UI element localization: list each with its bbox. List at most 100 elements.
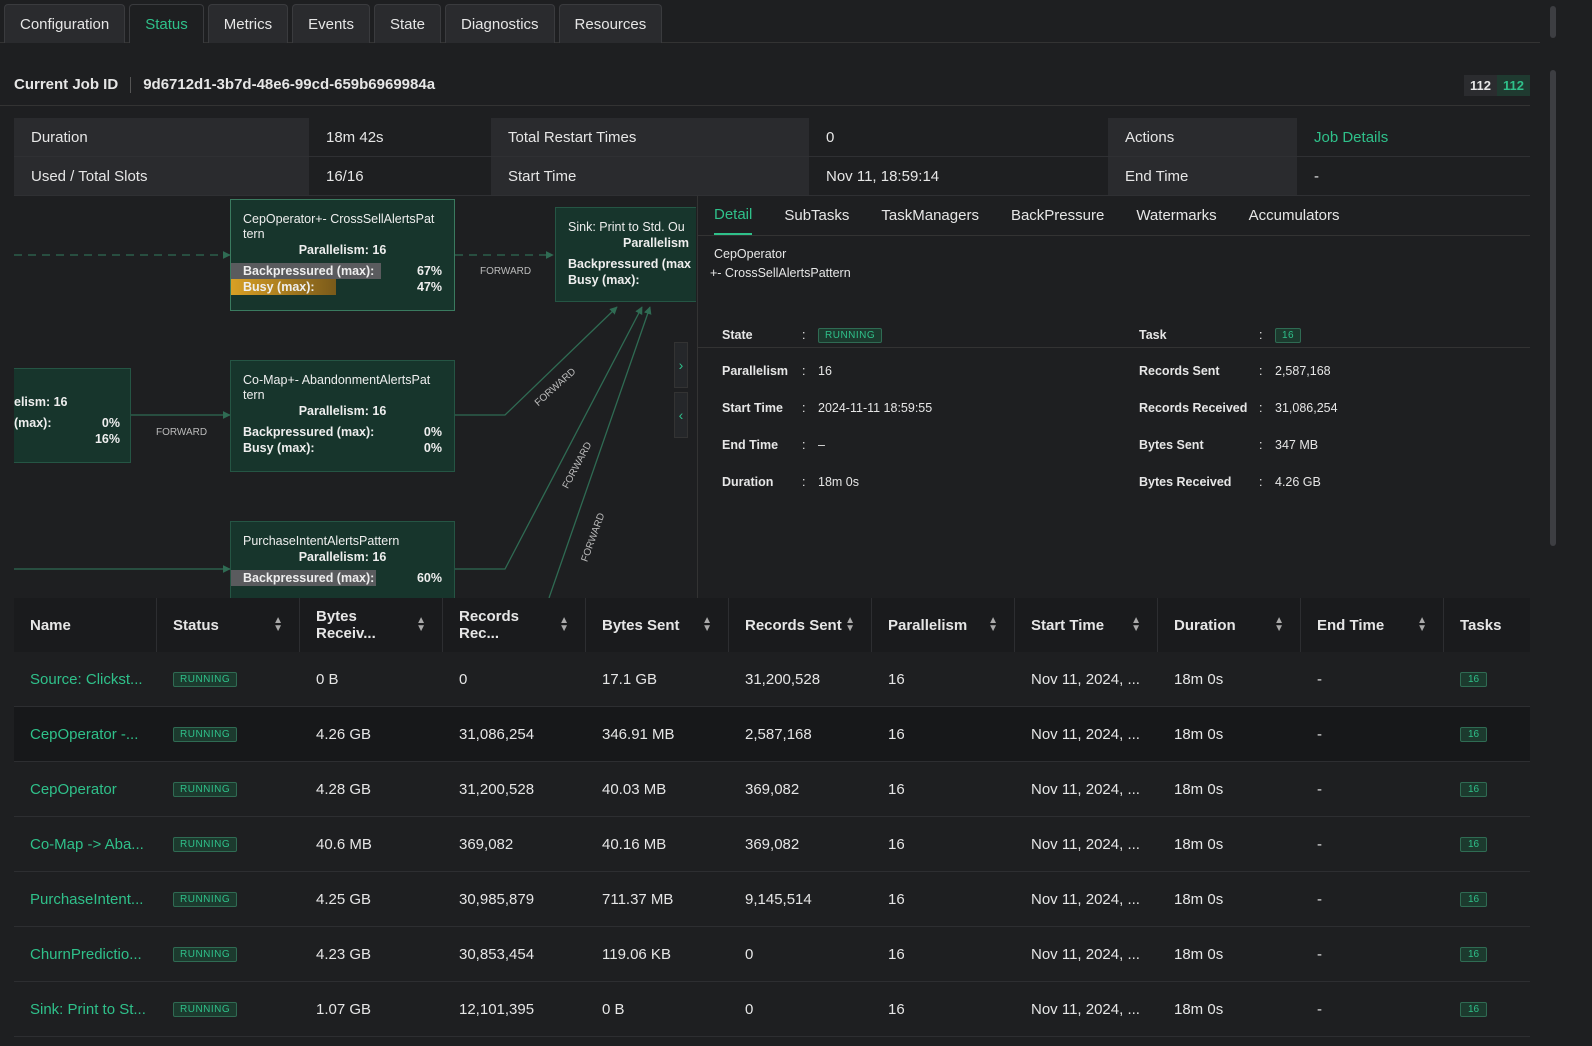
cell-value: 1.07 GB <box>316 1000 372 1018</box>
graph-node-comap[interactable]: Co-Map+- AbandonmentAlertsPat tern Paral… <box>230 360 455 472</box>
cell-value: 4.23 GB <box>316 945 372 963</box>
vertex-name-link[interactable]: PurchaseIntent... <box>30 891 143 908</box>
vertex-name-link[interactable]: ChurnPredictio... <box>30 946 142 963</box>
table-cell: RUNNING <box>157 817 300 871</box>
graph-node-sink[interactable]: Sink: Print to Std. Ou Parallelism Backp… <box>555 207 696 302</box>
sort-icon[interactable]: ▲ ▼ <box>702 616 712 634</box>
cell-value: 31,200,528 <box>745 670 821 688</box>
table-cell: 18m 0s <box>1158 872 1301 926</box>
table-cell: 30,985,879 <box>443 872 586 926</box>
vertex-name-link[interactable]: CepOperator <box>30 781 117 798</box>
table-cell: Nov 11, 2024, ... <box>1015 927 1158 981</box>
column-header[interactable]: Status ▲ ▼ <box>157 598 300 652</box>
sort-icon[interactable]: ▲ ▼ <box>416 616 426 634</box>
table-cell: 369,082 <box>729 762 872 816</box>
detail-tab-subtasks[interactable]: SubTasks <box>784 196 849 235</box>
job-graph[interactable]: FORWARD FORWARD FORWARD FORWARD FORWARD … <box>14 196 696 598</box>
vertex-name-link[interactable]: CepOperator -... <box>30 726 138 743</box>
table-row[interactable]: CepOperator RUNNING 4.28 GB 31,200,528 40.03… <box>14 762 1530 817</box>
inner-scrollbar[interactable] <box>1550 70 1556 546</box>
table-cell: 4.26 GB <box>300 707 443 761</box>
tab-configuration[interactable]: Configuration <box>4 4 126 43</box>
tab-state[interactable]: State <box>373 4 441 43</box>
sort-icon[interactable]: ▲ ▼ <box>845 616 855 634</box>
column-header[interactable]: Records Rec... ▲ ▼ <box>443 598 586 652</box>
table-row[interactable]: Source: Clickst... RUNNING 0 B 0 17.1 GB 31,2… <box>14 652 1530 707</box>
table-cell: 40.16 MB <box>586 817 729 871</box>
tab-metrics[interactable]: Metrics <box>207 4 289 43</box>
column-header[interactable]: End Time ▲ ▼ <box>1301 598 1444 652</box>
expand-panel-button[interactable]: › <box>674 342 688 388</box>
table-cell: - <box>1301 762 1444 816</box>
table-cell: 4.23 GB <box>300 927 443 981</box>
cell-value: 4.25 GB <box>316 890 372 908</box>
cell-value: 18m 0s <box>1174 835 1224 853</box>
column-header-label: Status <box>173 616 219 634</box>
tab-status[interactable]: Status <box>129 4 204 43</box>
node-parallelism: elism: 16 <box>14 395 68 409</box>
cell-value: 30,853,454 <box>459 945 535 963</box>
table-cell: - <box>1301 817 1444 871</box>
cell-value: 16 <box>888 670 905 688</box>
table-cell: 0 <box>729 982 872 1036</box>
table-header: Name Status ▲ ▼ Bytes Receiv... ▲ ▼ Records Rec… <box>14 598 1530 652</box>
tab-diagnostics[interactable]: Diagnostics <box>445 4 555 43</box>
task-count-total: 112 <box>1464 75 1498 96</box>
node-title: PurchaseIntentAlertsPattern <box>243 534 400 548</box>
table-cell: - <box>1301 652 1444 706</box>
tasks-badge: 16 <box>1460 1001 1488 1017</box>
actions-label: Actions <box>1108 118 1297 157</box>
column-header-label: Duration <box>1174 616 1236 634</box>
table-cell: RUNNING <box>157 872 300 926</box>
detail-tab-taskmanagers[interactable]: TaskManagers <box>881 196 979 235</box>
column-header[interactable]: Duration ▲ ▼ <box>1158 598 1301 652</box>
detail-tab-accumulators[interactable]: Accumulators <box>1249 196 1340 235</box>
table-cell: Nov 11, 2024, ... <box>1015 817 1158 871</box>
table-row[interactable]: Co-Map -> Aba... RUNNING 40.6 MB 369,082 40.… <box>14 817 1530 872</box>
column-header-label: Parallelism <box>888 616 968 634</box>
table-cell: 16 <box>872 982 1015 1036</box>
cell-value: - <box>1317 945 1322 963</box>
sort-icon[interactable]: ▲ ▼ <box>1274 616 1284 634</box>
column-header[interactable]: Parallelism ▲ ▼ <box>872 598 1015 652</box>
graph-node-purchase-intent[interactable]: PurchaseIntentAlertsPattern Parallelism:… <box>230 521 455 598</box>
detail-tab-detail[interactable]: Detail <box>714 196 753 235</box>
column-header[interactable]: Start Time ▲ ▼ <box>1015 598 1158 652</box>
cell-value: - <box>1317 1000 1322 1018</box>
sort-icon[interactable]: ▲ ▼ <box>1131 616 1141 634</box>
detail-tab-watermarks[interactable]: Watermarks <box>1136 196 1216 235</box>
collapse-panel-button[interactable]: ‹ <box>674 392 688 438</box>
graph-node-cep-crosssell[interactable]: CepOperator+- CrossSellAlertsPat tern Pa… <box>230 199 455 311</box>
table-row[interactable]: ChurnPredictio... RUNNING 4.23 GB 30,853,45… <box>14 927 1530 982</box>
table-cell: 16 <box>872 817 1015 871</box>
detail-parallelism: Parallelism:16 <box>722 364 832 378</box>
table-row[interactable]: CepOperator -... RUNNING 4.26 GB 31,086,254… <box>14 707 1530 762</box>
vertex-name-link[interactable]: Sink: Print to St... <box>30 1001 146 1018</box>
detail-tab-backpressure[interactable]: BackPressure <box>1011 196 1104 235</box>
vertex-name-link[interactable]: Co-Map -> Aba... <box>30 836 144 853</box>
column-header[interactable]: Bytes Sent ▲ ▼ <box>586 598 729 652</box>
table-cell: - <box>1301 707 1444 761</box>
sort-icon[interactable]: ▲ ▼ <box>988 616 998 634</box>
column-header[interactable]: Bytes Receiv... ▲ ▼ <box>300 598 443 652</box>
table-row[interactable]: Sink: Print to St... RUNNING 1.07 GB 12,101… <box>14 982 1530 1037</box>
cell-value: 4.28 GB <box>316 780 372 798</box>
graph-node-source[interactable]: elism: 16 (max): 0% 16% <box>14 368 131 463</box>
sort-icon[interactable]: ▲ ▼ <box>1417 616 1427 634</box>
table-cell: 16 <box>872 872 1015 926</box>
vertex-name-link[interactable]: Source: Clickst... <box>30 671 143 688</box>
job-details-link[interactable]: Job Details <box>1297 118 1530 157</box>
tab-events[interactable]: Events <box>292 4 370 43</box>
table-row[interactable]: PurchaseIntent... RUNNING 4.25 GB 30,985,87… <box>14 872 1530 927</box>
cell-value: 16 <box>888 835 905 853</box>
job-id-label: Current Job ID <box>14 76 119 93</box>
outer-scrollbar[interactable] <box>1550 6 1556 38</box>
cell-value: Nov 11, 2024, ... <box>1031 670 1140 688</box>
table-cell: 16 <box>1444 652 1524 706</box>
tab-resources[interactable]: Resources <box>558 4 663 43</box>
sort-icon[interactable]: ▲ ▼ <box>273 616 283 634</box>
cell-value: Nov 11, 2024, ... <box>1031 780 1140 798</box>
column-header[interactable]: Records Sent ▲ ▼ <box>729 598 872 652</box>
sort-icon[interactable]: ▲ ▼ <box>559 616 569 634</box>
node-parallelism: Parallelism: 16 <box>298 404 387 418</box>
